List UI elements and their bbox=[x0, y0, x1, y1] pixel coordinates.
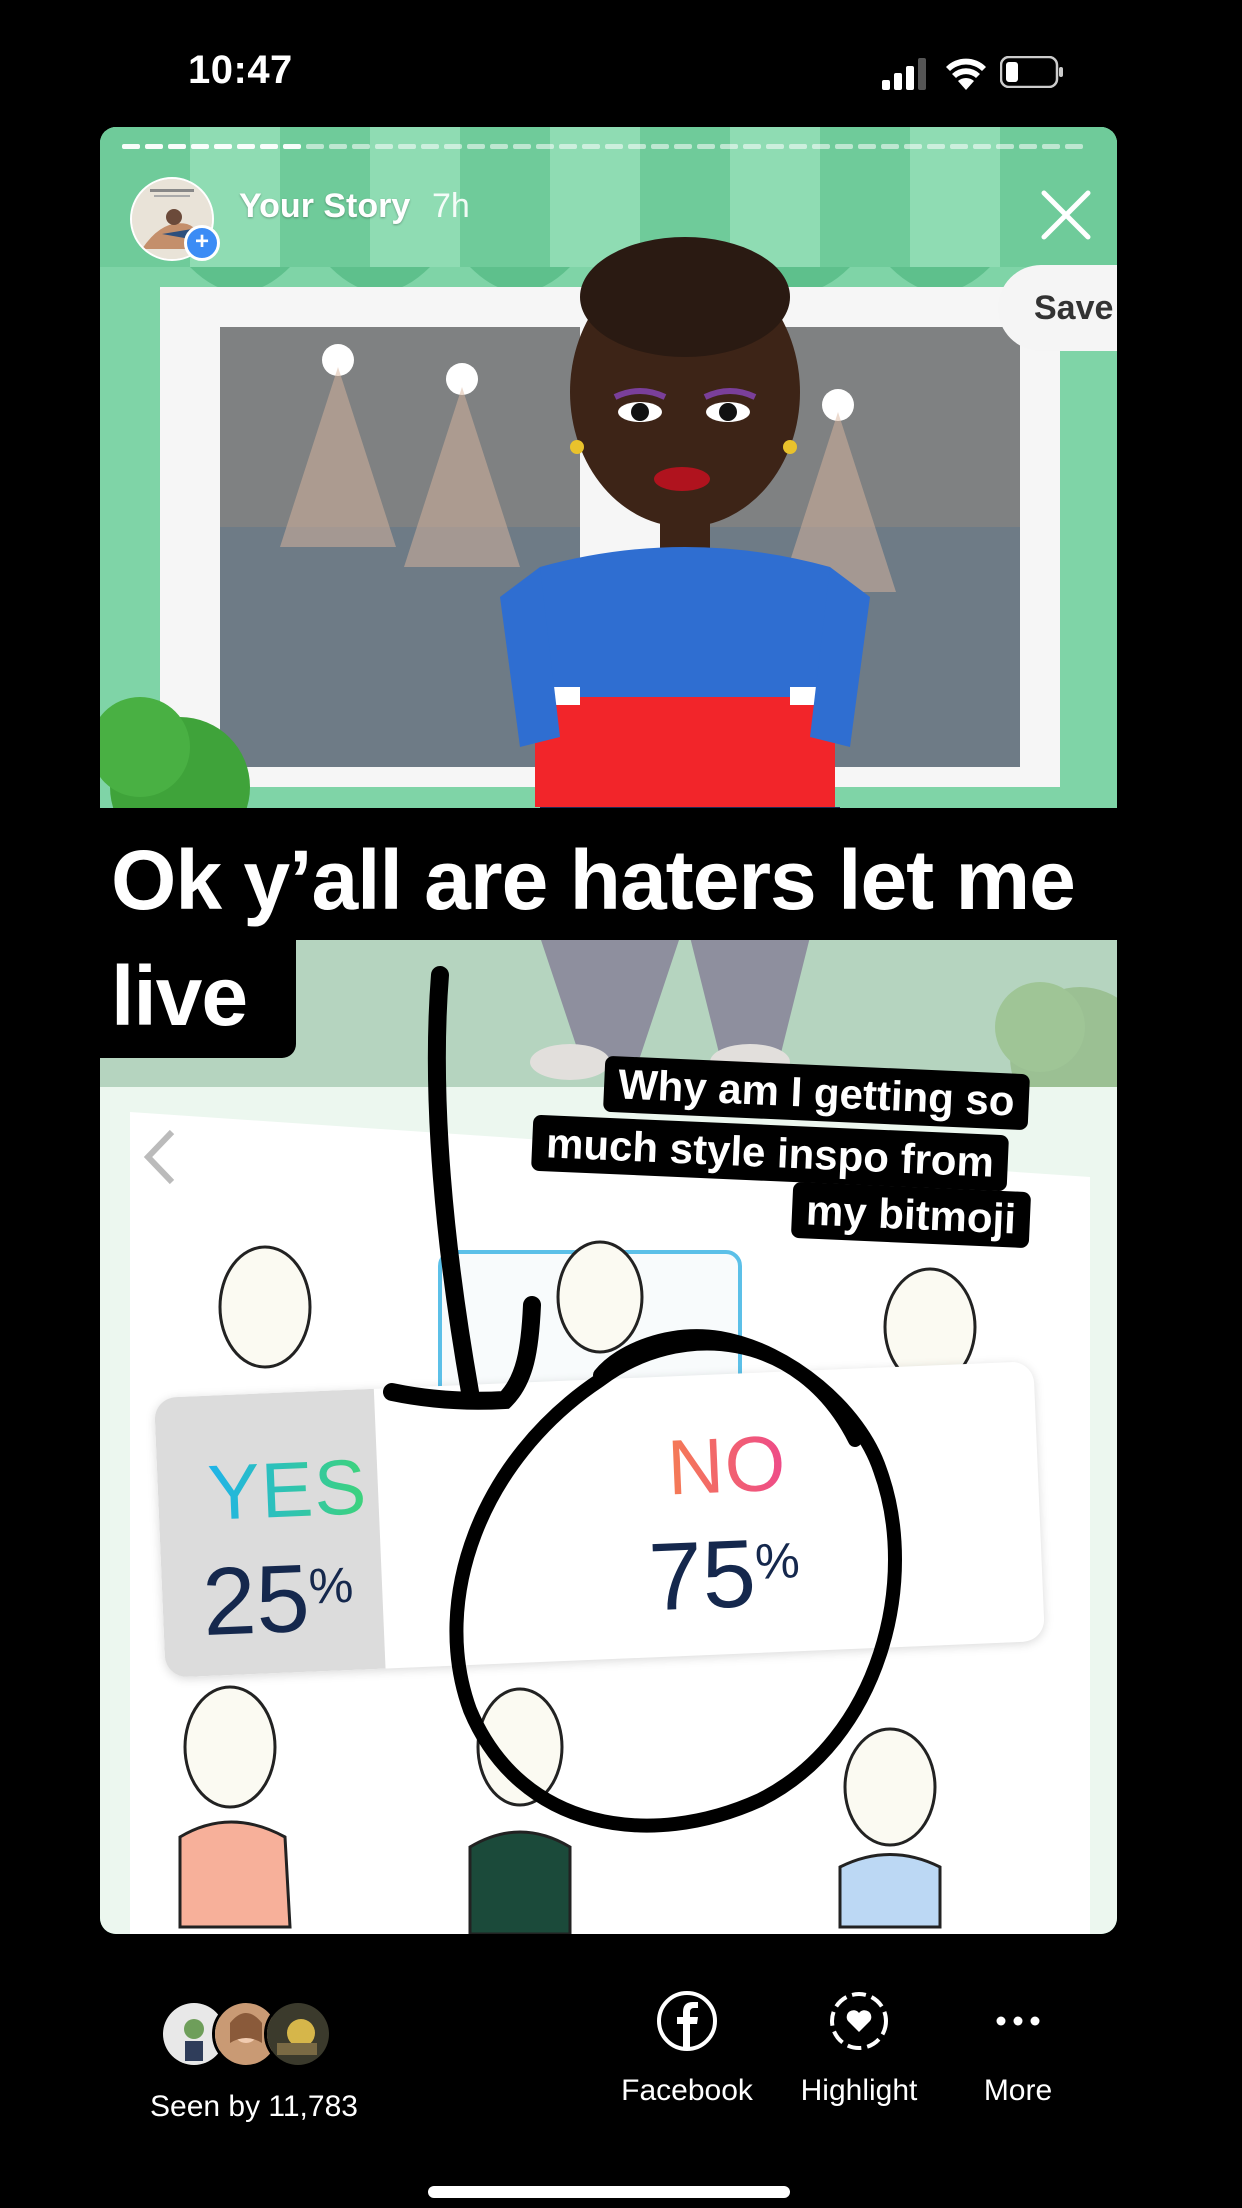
facebook-icon bbox=[657, 1991, 717, 2051]
story-footer: Seen by 11,783 Facebook Highlight More bbox=[0, 1990, 1242, 2170]
facebook-share-button[interactable]: Facebook bbox=[607, 1990, 767, 2108]
drawn-arrow bbox=[427, 966, 479, 1401]
highlight-label: Highlight bbox=[800, 2074, 918, 2107]
seen-by-count[interactable]: Seen by 11,783 bbox=[150, 2090, 358, 2124]
more-icon bbox=[996, 2016, 1040, 2026]
facebook-label: Facebook bbox=[621, 2074, 753, 2107]
drawing-overlay bbox=[383, 966, 902, 1833]
more-button[interactable]: More bbox=[938, 1990, 1098, 2108]
viewer-avatar[interactable] bbox=[264, 2000, 332, 2068]
highlight-icon bbox=[830, 1992, 888, 2050]
home-indicator[interactable] bbox=[428, 2186, 790, 2198]
drawn-circle bbox=[449, 1329, 902, 1833]
highlight-button[interactable]: Highlight bbox=[779, 1990, 939, 2108]
more-label: More bbox=[983, 2074, 1053, 2107]
